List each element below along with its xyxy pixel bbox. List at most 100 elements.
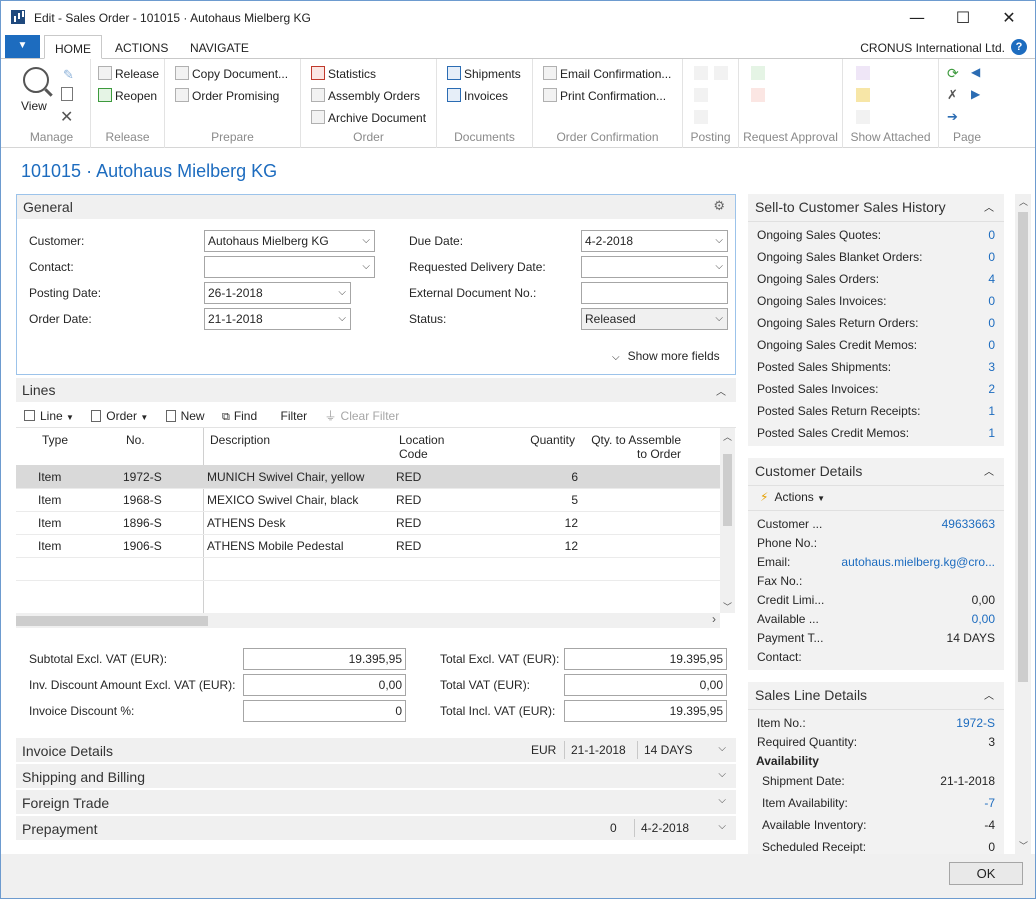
column-header-quantity[interactable]: Quantity (521, 433, 575, 447)
posted-return-receipts-value[interactable]: 1 (948, 404, 995, 418)
posted-invoices-value[interactable]: 2 (948, 382, 995, 396)
next-icon[interactable]: ▶ (971, 87, 980, 101)
line-menu[interactable]: Line ▼ (24, 409, 74, 423)
tab-home[interactable]: HOME (44, 35, 102, 59)
page-scroll-thumb[interactable] (1018, 212, 1028, 682)
ongoing-invoices-value[interactable]: 0 (948, 294, 995, 308)
posted-shipments-value[interactable]: 3 (948, 360, 995, 374)
item-no-value[interactable]: 1972-S (898, 716, 995, 730)
ongoing-return-orders-value[interactable]: 0 (948, 316, 995, 330)
row4-type[interactable]: Item (38, 539, 61, 553)
chevron-down-icon[interactable]: ⌵ (718, 769, 726, 780)
tab-navigate[interactable]: NAVIGATE (180, 35, 259, 59)
chevron-up-icon[interactable]: ︿ (716, 383, 726, 398)
row3-location[interactable]: RED (396, 516, 421, 530)
row4-description[interactable]: ATHENS Mobile Pedestal (207, 539, 344, 553)
column-header-no[interactable]: No. (126, 433, 145, 447)
links-icon[interactable] (856, 110, 870, 124)
application-menu-button[interactable]: ▼ (5, 35, 40, 58)
invoice-details-fasttab[interactable]: Invoice Details EUR 21-1-2018 14 DAYS ⌵ (16, 738, 736, 762)
customer-field[interactable]: Autohaus Mielberg KG ⌵ (204, 230, 375, 252)
subtotal-field[interactable]: 19.395,95 (243, 648, 406, 670)
tab-actions[interactable]: ACTIONS (105, 35, 178, 59)
column-header-type[interactable]: Type (42, 433, 68, 447)
row1-location[interactable]: RED (396, 470, 421, 484)
chevron-down-icon[interactable]: ⌵ (338, 309, 346, 329)
row1-quantity[interactable]: 6 (526, 470, 578, 484)
ok-button[interactable]: OK (949, 862, 1023, 885)
post-icon[interactable] (694, 66, 708, 80)
view-button[interactable]: View (21, 99, 47, 113)
chevron-up-icon[interactable]: ︿ (984, 199, 994, 214)
clear-filter-button[interactable]: ⏚ Clear Filter (325, 409, 400, 423)
row2-description[interactable]: MEXICO Swivel Chair, black (207, 493, 358, 507)
minimize-button[interactable]: — (894, 5, 940, 31)
table-row-selected[interactable] (16, 465, 720, 488)
prepayment-fasttab[interactable]: Prepayment 0 4-2-2018 ⌵ (16, 816, 736, 840)
status-field[interactable]: Released ⌵ (581, 308, 728, 330)
refresh-icon[interactable]: ⟳ (947, 65, 959, 82)
column-header-description[interactable]: Description (210, 433, 270, 447)
shipments-button[interactable]: Shipments (447, 66, 521, 81)
archive-document-button[interactable]: Archive Document (311, 110, 426, 125)
chevron-down-icon[interactable]: ⌵ (362, 231, 370, 251)
foreign-trade-fasttab[interactable]: Foreign Trade ⌵ (16, 790, 736, 814)
customer-actions-menu[interactable]: ⚡ Actions ▼ (760, 490, 825, 504)
scroll-down-icon[interactable]: ﹀ (1019, 839, 1028, 852)
row2-type[interactable]: Item (38, 493, 61, 507)
row2-no[interactable]: 1968-S (123, 493, 162, 507)
shipping-billing-fasttab[interactable]: Shipping and Billing ⌵ (16, 764, 736, 788)
scroll-right-icon[interactable]: › (712, 612, 716, 626)
row4-location[interactable]: RED (396, 539, 421, 553)
maximize-button[interactable]: ☐ (940, 5, 986, 31)
total-vat-field[interactable]: 0,00 (564, 674, 727, 696)
total-incl-vat-field[interactable]: 19.395,95 (564, 700, 727, 722)
lines-vertical-scrollbar[interactable]: ︿ ﹀ (720, 428, 735, 613)
total-excl-vat-field[interactable]: 19.395,95 (564, 648, 727, 670)
chevron-down-icon[interactable]: ⌵ (718, 743, 726, 754)
item-availability-value[interactable]: -7 (898, 796, 995, 810)
external-document-no-field[interactable] (581, 282, 728, 304)
show-more-fields-link[interactable]: ⌵ Show more fields (612, 349, 720, 363)
row2-quantity[interactable]: 5 (526, 493, 578, 507)
ongoing-blanket-orders-value[interactable]: 0 (948, 250, 995, 264)
row3-no[interactable]: 1896-S (123, 516, 162, 530)
row2-location[interactable]: RED (396, 493, 421, 507)
order-promising-button[interactable]: Order Promising (175, 88, 279, 103)
help-icon[interactable]: ? (1011, 39, 1027, 55)
requested-delivery-date-field[interactable]: ⌵ (581, 256, 728, 278)
dimensions-icon[interactable] (856, 66, 870, 80)
chevron-down-icon[interactable]: ⌵ (338, 283, 346, 303)
row3-description[interactable]: ATHENS Desk (207, 516, 285, 530)
chevron-up-icon[interactable]: ︿ (984, 463, 994, 478)
print-confirmation-button[interactable]: Print Confirmation... (543, 88, 666, 103)
row4-quantity[interactable]: 12 (526, 539, 578, 553)
filter-button[interactable]: Filter (281, 409, 308, 423)
general-header[interactable]: General ⚙ (17, 195, 735, 219)
lines-header[interactable]: Lines ︿ (16, 378, 736, 402)
row1-no[interactable]: 1972-S (123, 470, 162, 484)
scroll-down-icon[interactable]: ﹀ (723, 600, 732, 613)
chevron-down-icon[interactable]: ⌵ (715, 231, 723, 251)
customize-gear-icon[interactable]: ⚙ (713, 198, 725, 214)
scroll-up-icon[interactable]: ︿ (723, 430, 732, 443)
ongoing-quotes-value[interactable]: 0 (948, 228, 995, 242)
assembly-orders-button[interactable]: Assembly Orders (311, 88, 420, 103)
row4-no[interactable]: 1906-S (123, 539, 162, 553)
due-date-field[interactable]: 4-2-2018 ⌵ (581, 230, 728, 252)
close-button[interactable]: ✕ (986, 5, 1032, 31)
lines-horizontal-scrollbar[interactable]: › (16, 612, 720, 628)
customer-no-value[interactable]: 49633663 (838, 517, 995, 531)
order-date-field[interactable]: 21-1-2018 ⌵ (204, 308, 351, 330)
h-scroll-thumb[interactable] (16, 616, 208, 626)
chevron-down-icon[interactable]: ⌵ (715, 309, 723, 329)
post-batch-icon[interactable] (694, 110, 708, 124)
order-menu[interactable]: Order ▼ (91, 409, 148, 423)
chevron-down-icon[interactable]: ⌵ (718, 821, 726, 832)
release-button[interactable]: Release (98, 66, 159, 81)
find-button[interactable]: ⧉ Find (222, 409, 257, 423)
edit-pencil-icon[interactable]: ✎ (63, 67, 74, 83)
statistics-button[interactable]: Statistics (311, 66, 376, 81)
cancel-approval-request-icon[interactable] (751, 88, 765, 102)
post-and-print-icon[interactable] (714, 66, 728, 80)
